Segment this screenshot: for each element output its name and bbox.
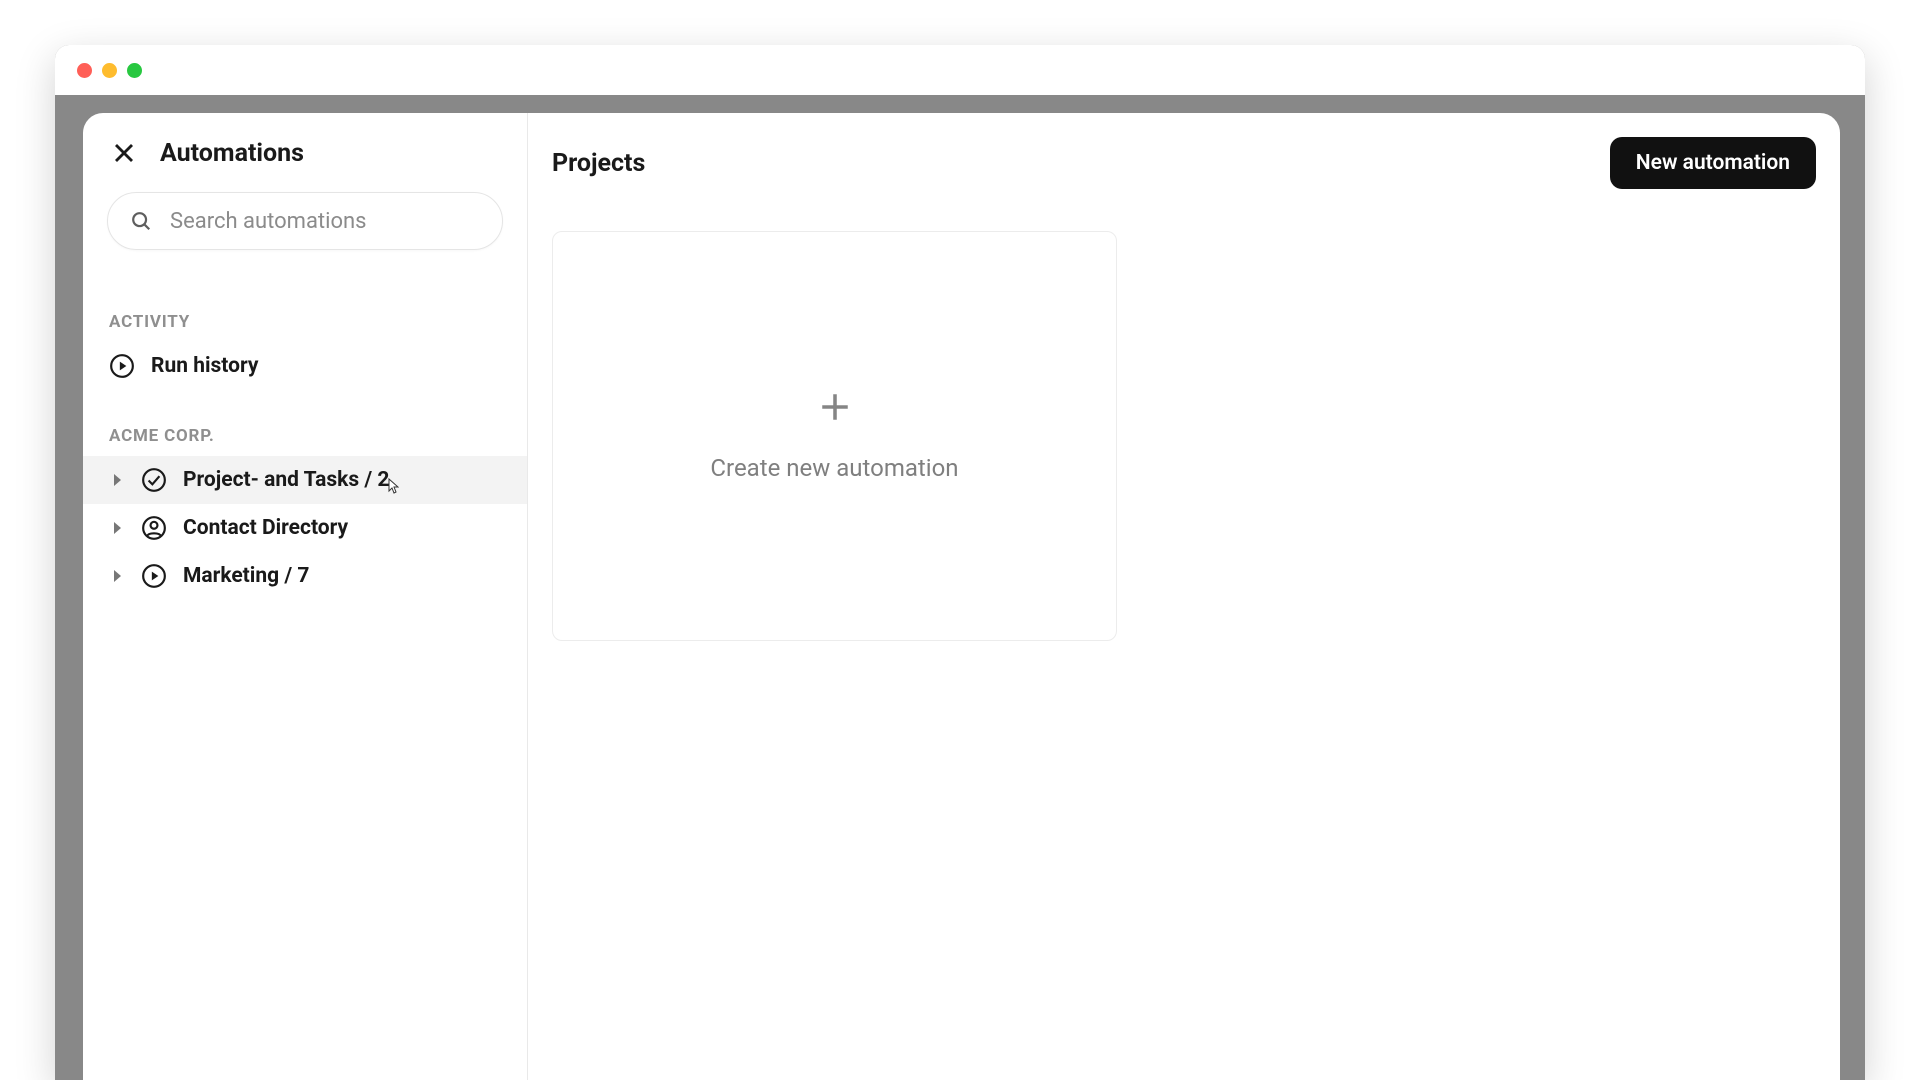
chevron-right-icon: [109, 522, 125, 534]
automations-modal: Automations ACTIVITY: [83, 113, 1840, 1080]
search-input[interactable]: [170, 209, 480, 234]
nav-run-history-label: Run history: [151, 354, 258, 378]
section-label-workspace: ACME CORP.: [83, 390, 527, 456]
nav-item-label: Contact Directory: [183, 516, 348, 540]
plus-icon: [818, 390, 852, 424]
check-circle-icon: [141, 467, 167, 493]
play-circle-icon: [109, 353, 135, 379]
section-label-activity: ACTIVITY: [83, 282, 527, 342]
search-container: [83, 192, 527, 282]
create-card-label: Create new automation: [710, 454, 958, 482]
play-circle-icon: [141, 563, 167, 589]
app-body-backdrop: Automations ACTIVITY: [55, 95, 1865, 1080]
nav-item-label: Marketing / 7: [183, 564, 309, 588]
search-box[interactable]: [107, 192, 503, 250]
chevron-right-icon: [109, 474, 125, 486]
create-automation-card[interactable]: Create new automation: [552, 231, 1117, 641]
window-titlebar: [55, 45, 1865, 95]
sidebar: Automations ACTIVITY: [83, 113, 528, 1080]
window-minimize-light[interactable]: [102, 63, 117, 78]
nav-run-history[interactable]: Run history: [83, 342, 527, 390]
main-area: Projects New automation Create new autom…: [528, 113, 1840, 1080]
new-automation-button[interactable]: New automation: [1610, 137, 1816, 189]
nav-item-label: Project- and Tasks / 2: [183, 468, 389, 492]
window-close-light[interactable]: [77, 63, 92, 78]
main-header: Projects New automation: [528, 113, 1840, 213]
nav-item-contact-directory[interactable]: Contact Directory: [83, 504, 527, 552]
main-content: Create new automation: [528, 213, 1840, 1080]
chevron-right-icon: [109, 570, 125, 582]
search-icon: [130, 210, 152, 232]
sidebar-header: Automations: [83, 113, 527, 192]
close-button[interactable]: [109, 138, 139, 168]
user-circle-icon: [141, 515, 167, 541]
main-title: Projects: [552, 149, 645, 178]
nav-item-project-tasks[interactable]: Project- and Tasks / 2: [83, 456, 527, 504]
nav-item-marketing[interactable]: Marketing / 7: [83, 552, 527, 600]
app-window: Automations ACTIVITY: [55, 45, 1865, 1080]
close-icon: [112, 141, 136, 165]
window-zoom-light[interactable]: [127, 63, 142, 78]
sidebar-title: Automations: [160, 139, 304, 168]
